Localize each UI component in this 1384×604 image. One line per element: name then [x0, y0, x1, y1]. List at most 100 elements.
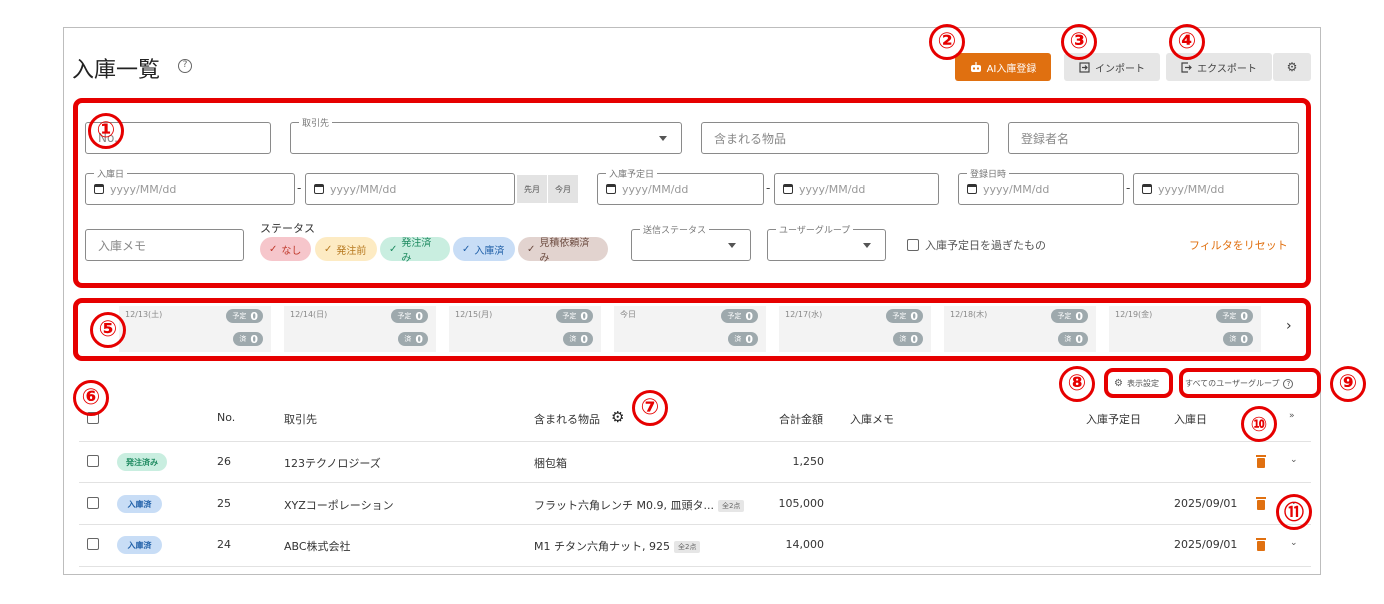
check-icon: ✓: [269, 243, 278, 255]
row-no: 25: [217, 497, 231, 510]
date-placeholder: yyyy/MM/dd: [1158, 182, 1225, 196]
chevron-down-icon: [728, 243, 736, 248]
planned-date-from[interactable]: 入庫予定日 yyyy/MM/dd: [597, 167, 764, 205]
supplier-select[interactable]: 取引先: [290, 116, 682, 154]
chevron-down-icon: [659, 136, 667, 141]
display-settings-button[interactable]: ⚙ 表示設定: [1114, 378, 1159, 389]
status-chip-label: なし: [281, 245, 302, 257]
overdue-checkbox[interactable]: 入庫予定日を過ぎたもの: [907, 237, 1046, 253]
all-user-groups-label: すべてのユーザーグループ: [1185, 379, 1280, 388]
calendar-day-date: 12/14(日): [290, 310, 328, 319]
chevron-down-icon[interactable]: ⌄: [1290, 455, 1298, 465]
items-placeholder: 含まれる物品: [714, 131, 787, 146]
gear-icon: ⚙: [1286, 60, 1298, 74]
planned-count: 0: [1075, 309, 1083, 323]
calendar-icon: [967, 184, 977, 194]
planned-count-pill: 予定 0: [1216, 309, 1253, 323]
done-count: 0: [250, 332, 258, 346]
export-settings-button[interactable]: ⚙: [1273, 53, 1311, 81]
registered-at-label: 登録日時: [967, 167, 1010, 180]
registered-at-from[interactable]: 登録日時 yyyy/MM/dd: [958, 167, 1124, 205]
chevron-down-icon[interactable]: ⌄: [1290, 538, 1298, 548]
row-checkbox[interactable]: [87, 455, 99, 467]
trash-icon[interactable]: [1256, 497, 1266, 510]
status-badge: 発注済み: [117, 453, 167, 471]
import-icon: [1079, 61, 1090, 73]
row-divider: [79, 441, 1311, 442]
row-items-text: M1 チタン六角ナット, 925: [534, 540, 670, 553]
calendar-day[interactable]: 今日 予定 0 済 0: [614, 306, 766, 352]
status-chip[interactable]: ✓ 発注前: [315, 237, 377, 261]
status-chip[interactable]: ✓ 入庫済: [453, 237, 515, 261]
chevron-right-icon[interactable]: ›: [1286, 318, 1292, 334]
header-items[interactable]: 含まれる物品: [534, 411, 600, 427]
header-planned-date[interactable]: 入庫予定日: [1086, 411, 1141, 427]
annotation-5: ⑤: [90, 312, 126, 348]
done-count-pill: 済0: [893, 332, 923, 346]
annotation-9: ⑨: [1330, 366, 1366, 402]
header-no[interactable]: No.: [217, 411, 235, 424]
status-label: ステータス: [260, 222, 315, 235]
expand-all-icon[interactable]: »: [1289, 411, 1295, 421]
date-dash: -: [766, 181, 771, 195]
header-supplier[interactable]: 取引先: [284, 411, 317, 427]
row-items: M1 チタン六角ナット, 925 全2点: [534, 538, 701, 554]
header-memo[interactable]: 入庫メモ: [850, 411, 894, 427]
status-chip[interactable]: ✓ 発注済み: [380, 237, 450, 264]
all-user-groups-button[interactable]: すべてのユーザーグループ ?: [1185, 378, 1294, 389]
last-month-button[interactable]: 先月: [517, 175, 547, 203]
calendar-day[interactable]: 12/15(月) 予定 0 済 0: [449, 306, 601, 352]
done-count: 0: [415, 332, 423, 346]
status-chip[interactable]: ✓ なし: [260, 237, 311, 261]
registrant-field[interactable]: 登録者名: [1008, 122, 1299, 154]
done-label: 済: [404, 335, 412, 343]
done-count-pill: 済0: [398, 332, 428, 346]
this-month-button[interactable]: 今月: [548, 175, 578, 203]
row-items-text: フラット六角レンチ M0.9, 皿頭タ...: [534, 499, 714, 512]
ai-receipt-button[interactable]: AI入庫登録: [955, 53, 1051, 81]
send-status-select[interactable]: 送信ステータス: [631, 223, 751, 261]
annotation-1: ①: [88, 113, 124, 149]
calendar-day[interactable]: 12/19(金) 予定 0 済 0: [1109, 306, 1261, 352]
date-placeholder: yyyy/MM/dd: [622, 182, 689, 196]
calendar-day[interactable]: 12/13(土) 予定 0 済 0: [119, 306, 271, 352]
receipt-date-from[interactable]: 入庫日 yyyy/MM/dd: [85, 167, 295, 205]
done-count-pill: 済0: [1223, 332, 1253, 346]
reset-filters-link[interactable]: フィルタをリセット: [1189, 237, 1288, 253]
trash-icon[interactable]: [1256, 455, 1266, 468]
row-checkbox[interactable]: [87, 538, 99, 550]
date-placeholder: yyyy/MM/dd: [799, 182, 866, 196]
row-supplier[interactable]: XYZコーポレーション: [284, 497, 394, 513]
memo-field[interactable]: 入庫メモ: [85, 229, 244, 261]
annotation-2: ②: [929, 24, 965, 60]
row-supplier[interactable]: ABC株式会社: [284, 538, 351, 554]
trash-icon[interactable]: [1256, 538, 1266, 551]
page-title: 入庫一覧: [72, 58, 161, 83]
row-total: 105,000: [778, 497, 825, 510]
check-icon: ✓: [389, 243, 398, 255]
receipt-date-to[interactable]: yyyy/MM/dd: [305, 173, 515, 205]
calendar-day[interactable]: 12/17(水) 予定 0 済 0: [779, 306, 931, 352]
date-placeholder: yyyy/MM/dd: [983, 182, 1050, 196]
help-icon[interactable]: ?: [178, 59, 192, 73]
planned-count: 0: [580, 309, 588, 323]
done-label: 済: [569, 335, 577, 343]
registered-at-to[interactable]: yyyy/MM/dd: [1133, 173, 1299, 205]
row-supplier[interactable]: 123テクノロジーズ: [284, 455, 381, 471]
calendar-day[interactable]: 12/14(日) 予定 0 済 0: [284, 306, 436, 352]
row-checkbox[interactable]: [87, 497, 99, 509]
user-group-select[interactable]: ユーザーグループ: [767, 223, 886, 261]
calendar-day[interactable]: 12/18(木) 予定 0 済 0: [944, 306, 1096, 352]
display-settings-label: 表示設定: [1126, 379, 1159, 388]
done-count-pill: 済0: [728, 332, 758, 346]
header-receipt-date[interactable]: 入庫日: [1174, 411, 1207, 427]
items-field[interactable]: 含まれる物品: [701, 122, 989, 154]
status-badge: 入庫済: [117, 495, 162, 513]
header-total[interactable]: 合計金額: [779, 411, 823, 427]
gear-icon[interactable]: ⚙: [611, 408, 624, 426]
plan-label: 予定: [1057, 312, 1072, 320]
status-chip[interactable]: ✓ 見積依頼済み: [518, 237, 608, 264]
done-label: 済: [1229, 335, 1237, 343]
planned-date-to[interactable]: yyyy/MM/dd: [774, 173, 939, 205]
planned-count-pill: 予定 0: [1051, 309, 1088, 323]
